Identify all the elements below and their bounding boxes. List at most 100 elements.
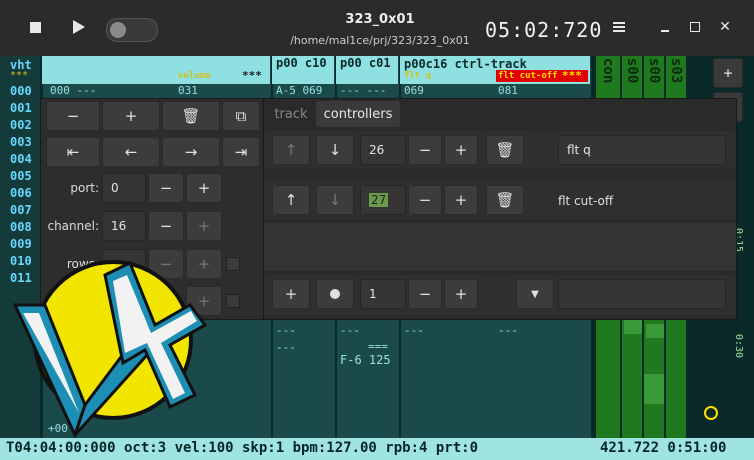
column-header[interactable]: p00 c10	[272, 56, 334, 84]
skip-end-icon: ⇥	[234, 143, 248, 161]
rows-checkbox[interactable]	[226, 257, 240, 271]
add-track-button[interactable]: +	[713, 58, 743, 88]
plus-icon: +	[197, 179, 211, 197]
extra-checkbox[interactable]	[226, 294, 240, 308]
move-down-button[interactable]: ↓	[316, 135, 354, 165]
controller-decrement[interactable]: −	[408, 185, 442, 215]
port-decrement[interactable]: −	[148, 173, 184, 203]
time-label: 0:30	[733, 334, 744, 359]
trash-icon: 🗑	[495, 141, 515, 159]
maximize-button[interactable]	[682, 14, 708, 40]
close-button[interactable]: ✕	[712, 14, 738, 40]
record-toggle[interactable]	[106, 18, 158, 42]
move-first-button[interactable]: ⇤	[46, 137, 100, 167]
cell[interactable]: --- ---	[340, 84, 386, 97]
trash-icon: 🗑	[495, 191, 515, 209]
delete-controller-button[interactable]: 🗑	[486, 135, 524, 165]
minus-icon: −	[66, 107, 80, 125]
new-controller-name[interactable]	[558, 279, 726, 309]
delete-track-button[interactable]: 🗑	[162, 101, 220, 131]
note-cell[interactable]: F-6 125	[340, 353, 391, 367]
hamburger-menu-icon	[613, 22, 625, 32]
move-up-button[interactable]: ↑	[272, 135, 310, 165]
column-header[interactable]: volume ***	[42, 56, 270, 84]
controller-dropdown-button[interactable]: ▼	[516, 279, 554, 309]
playhead-marker[interactable]	[704, 406, 718, 420]
controllers-panel: track controllers ↑ ↓ 26 − + 🗑 flt q ↑ ↓…	[263, 98, 737, 320]
add-controller-button[interactable]: +	[272, 279, 310, 309]
move-last-button[interactable]: ⇥	[222, 137, 260, 167]
controller-increment[interactable]: +	[444, 135, 478, 165]
cell[interactable]: ---	[404, 324, 424, 337]
controller-name[interactable]: flt q	[558, 135, 726, 165]
controller-increment[interactable]: +	[444, 185, 478, 215]
copy-icon: ⧉	[235, 107, 247, 125]
arrow-down-icon: ↓	[328, 191, 342, 209]
plus-icon: +	[197, 217, 211, 235]
plus-icon: +	[454, 191, 468, 209]
menu-button[interactable]	[606, 14, 632, 40]
port-field[interactable]: 0	[102, 173, 146, 203]
cell[interactable]: A-5 069	[276, 84, 322, 97]
trash-icon: 🗑	[181, 107, 201, 125]
cell[interactable]: ---	[340, 324, 360, 337]
row-number: 001	[10, 101, 32, 115]
row-number: 003	[10, 135, 32, 149]
cell[interactable]: 000 ---	[50, 84, 96, 97]
learn-controller-button[interactable]	[316, 279, 354, 309]
move-down-button[interactable]: ↓	[316, 185, 354, 215]
controller-number[interactable]: 26	[360, 135, 406, 165]
stop-button[interactable]	[22, 14, 48, 40]
remove-track-button[interactable]: −	[46, 101, 100, 131]
controller-decrement[interactable]: −	[408, 135, 442, 165]
move-right-button[interactable]: →	[162, 137, 220, 167]
arrow-left-icon: ←	[124, 143, 138, 161]
row-number: 006	[10, 186, 32, 200]
controller-name[interactable]: flt cut-off	[558, 194, 613, 208]
tab-track[interactable]: track	[270, 101, 312, 127]
controller-number[interactable]: 27	[360, 185, 406, 215]
new-controller-increment[interactable]: +	[444, 279, 478, 309]
chevron-down-icon: ▼	[531, 288, 539, 300]
add-controller-row: + 1 − + ▼	[264, 275, 736, 315]
cell[interactable]: ---	[498, 324, 518, 337]
arrow-down-icon: ↓	[328, 141, 342, 159]
new-controller-decrement[interactable]: −	[408, 279, 442, 309]
row-number: 005	[10, 169, 32, 183]
move-left-button[interactable]: ←	[102, 137, 160, 167]
strip-label: con	[600, 58, 616, 84]
cell[interactable]: 031	[178, 84, 198, 97]
plus-icon: +	[124, 107, 138, 125]
delete-controller-button[interactable]: 🗑	[486, 185, 524, 215]
controller-row: ↑ ↓ 26 − + 🗑 flt q	[264, 131, 736, 169]
green-block[interactable]	[624, 318, 642, 334]
header-bar: 323_0x01 /home/mal1ce/prj/323/323_0x01 0…	[0, 0, 754, 57]
cell[interactable]: 081	[498, 84, 518, 97]
cell[interactable]: ===	[368, 340, 388, 353]
time-display: 05:02:720	[485, 18, 603, 42]
tab-controllers[interactable]: controllers	[316, 101, 400, 127]
green-block[interactable]	[644, 374, 664, 404]
status-right: 421.722 0:51:00	[600, 440, 727, 456]
plus-icon: +	[454, 141, 468, 159]
move-up-button[interactable]: ↑	[272, 185, 310, 215]
port-increment[interactable]: +	[186, 173, 222, 203]
ctrl-track-header[interactable]: p00c16 ctrl-track flt q flt cut-off ***	[400, 56, 590, 84]
minimize-button[interactable]	[652, 14, 678, 40]
green-block[interactable]	[646, 324, 664, 338]
new-controller-number[interactable]: 1	[360, 279, 406, 309]
play-button[interactable]	[66, 14, 92, 40]
cell[interactable]: 069	[404, 84, 424, 97]
add-track-button[interactable]: +	[102, 101, 160, 131]
column-header[interactable]: p00 c01	[336, 56, 398, 84]
arrow-up-icon: ↑	[284, 141, 298, 159]
minus-icon: −	[418, 285, 432, 303]
stop-icon	[29, 21, 41, 33]
cell[interactable]: ---	[276, 324, 296, 337]
cell[interactable]: ---	[276, 341, 296, 354]
copy-track-button[interactable]: ⧉	[222, 101, 260, 131]
minus-icon: −	[418, 191, 432, 209]
vh-logo	[12, 260, 208, 440]
controllers-empty-area	[264, 223, 736, 271]
status-bar: T04:04:00:000 oct:3 vel:100 skp:1 bpm:12…	[0, 438, 754, 460]
